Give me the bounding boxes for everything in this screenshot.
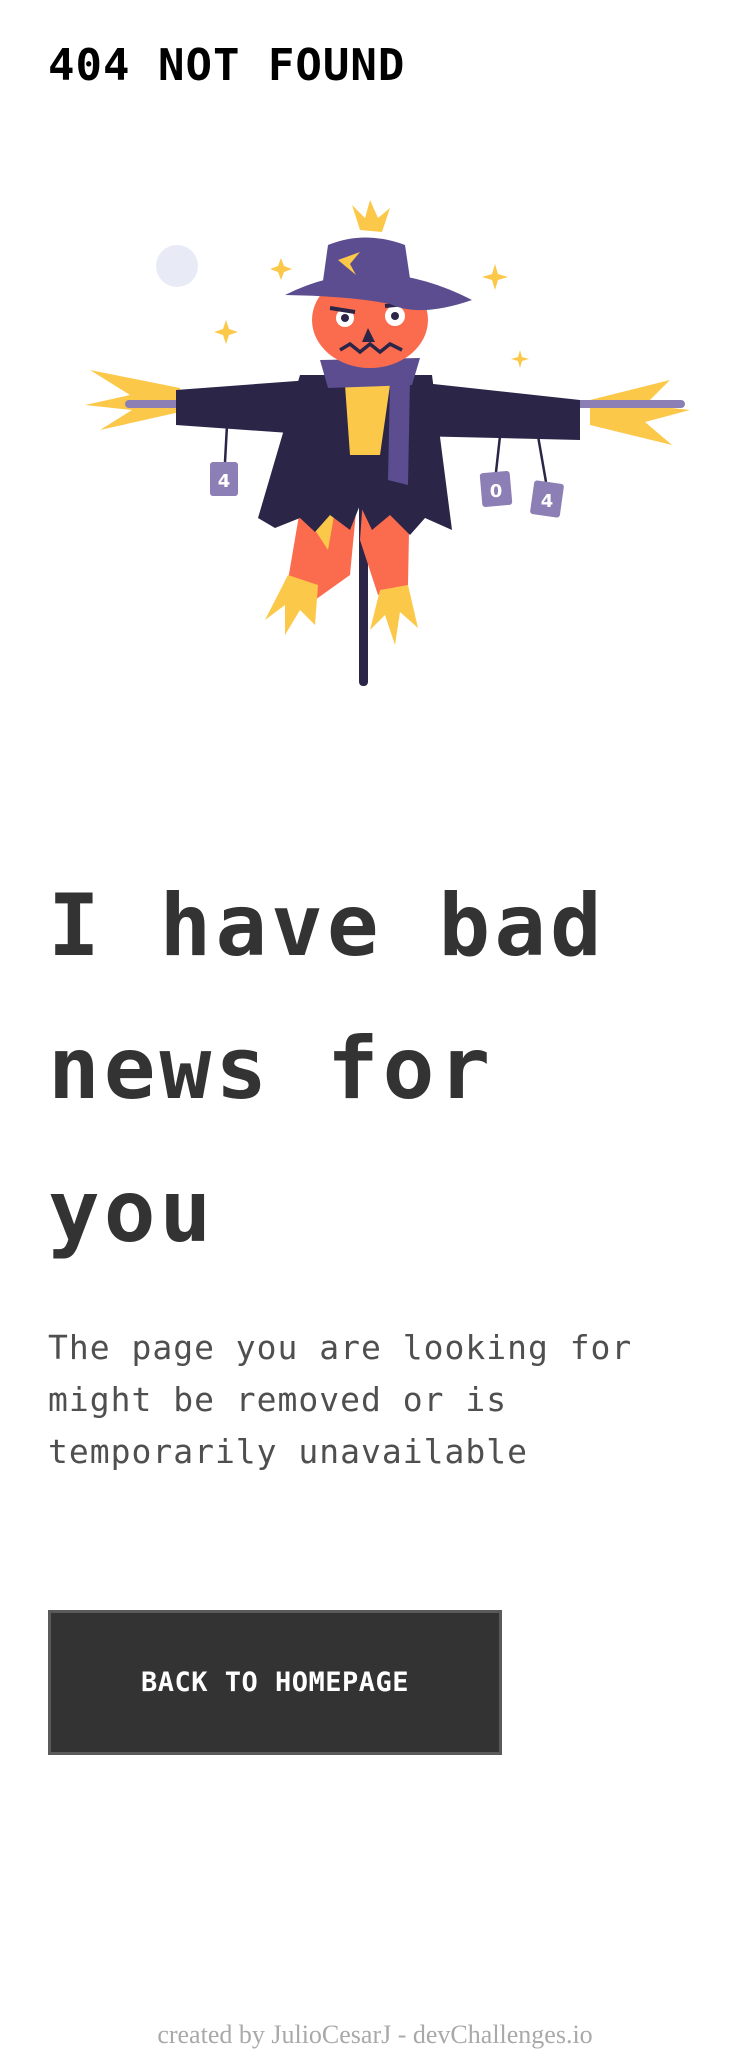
scarecrow-illustration: 4 0 4 [60, 200, 700, 720]
moon-icon [156, 245, 198, 287]
headline: I have bad news for you [48, 876, 606, 1262]
site-logo[interactable]: 404 NOT FOUND [48, 40, 405, 91]
back-to-homepage-button[interactable]: BACK TO HOMEPAGE [48, 1610, 502, 1755]
can-label-1: 4 [218, 471, 231, 492]
can-label-3: 4 [541, 491, 554, 512]
footer-credit: created by JulioCesarJ - devChallenges.i… [157, 2020, 593, 2049]
page: 404 NOT FOUND 4 0 4 I have bad news for … [0, 0, 750, 2066]
error-message: The page you are looking for might be re… [48, 1328, 633, 1471]
can-label-2: 0 [490, 481, 503, 502]
